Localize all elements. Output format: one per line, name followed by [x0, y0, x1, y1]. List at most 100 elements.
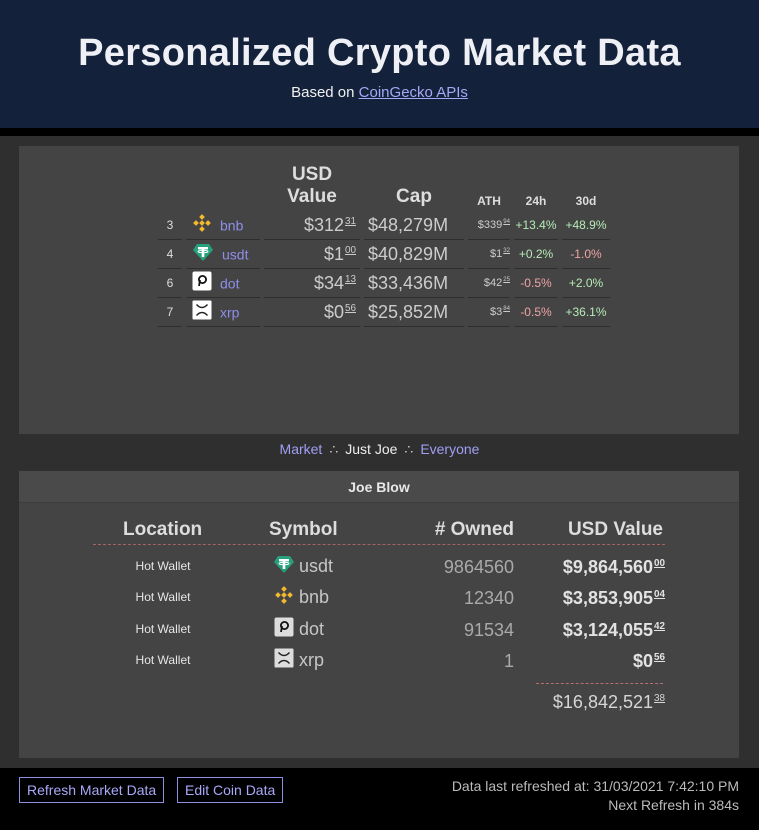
bnb-icon: [192, 213, 212, 238]
location-cell: Hot Wallet: [135, 559, 191, 573]
page-title: Personalized Crypto Market Data: [78, 32, 681, 74]
symbol-cell: usdt: [273, 554, 333, 579]
usd-cents: 13: [345, 273, 356, 285]
coin-cell: usdt: [186, 240, 260, 269]
symbol-cell: xrp: [273, 648, 324, 673]
nav-just-joe-current: Just Joe: [345, 441, 398, 457]
coin-cell: dot: [186, 269, 260, 298]
value-main: $3,853,905: [562, 588, 654, 608]
page-subtitle: Based on CoinGecko APIs: [0, 84, 759, 101]
holding-value-cell: $3,124,05542: [499, 620, 665, 641]
ath-cents: 32: [503, 248, 510, 255]
xrp-icon: [192, 300, 212, 325]
usd-main: $0: [323, 301, 345, 322]
portfolio-owner-title: Joe Blow: [19, 471, 739, 503]
ath-main: $339: [477, 219, 503, 231]
market-header-row: USD Value Cap ATH 24h 30d: [158, 164, 610, 211]
ath-cell: $132: [468, 240, 510, 269]
value-cents: 56: [654, 652, 665, 663]
ath-cents: 94: [503, 219, 510, 226]
nav-market-link[interactable]: Market: [280, 441, 323, 457]
coin-cell: bnb: [186, 211, 260, 240]
usd-value-cell: $100: [264, 240, 360, 269]
owned-cell: 91534: [463, 620, 514, 640]
rank-cell: 3: [158, 211, 182, 240]
symbol-header: Symbol: [269, 519, 338, 540]
value-cents: 04: [654, 589, 665, 600]
usd-value-cell: $31231: [264, 211, 360, 240]
nav-everyone-link[interactable]: Everyone: [420, 441, 479, 457]
rank-cell: 4: [158, 240, 182, 269]
rank-cell: 7: [158, 298, 182, 327]
symbol-name: bnb: [299, 587, 330, 607]
header-divider-line: [93, 544, 665, 545]
ath-main: $1: [490, 248, 503, 260]
usd-value-header: USD Value: [287, 164, 337, 207]
polkadot-icon: [192, 271, 212, 296]
polkadot-icon: [273, 617, 295, 642]
change-24h-cell: -0.5%: [514, 298, 558, 327]
usd-main: $34: [313, 272, 345, 293]
usd-main: $312: [303, 214, 345, 235]
cap-cell: $25,852M: [364, 298, 464, 327]
usd-main: $1: [323, 243, 345, 264]
ath-cell: $384: [468, 298, 510, 327]
coin-link-xrp[interactable]: xrp: [220, 304, 239, 320]
total-divider-line: [536, 683, 663, 684]
change-24h-header: 24h: [525, 194, 547, 208]
cap-header: Cap: [396, 186, 432, 207]
subtitle-prefix: Based on: [291, 84, 355, 101]
location-cell: Hot Wallet: [135, 653, 191, 667]
last-refreshed-text: Data last refreshed at: 31/03/2021 7:42:…: [451, 778, 739, 794]
value-main: $9,864,560: [562, 557, 654, 577]
holding-row: Hot Wallet bnb 12340 $3,853,90504: [19, 582, 739, 612]
location-cell: Hot Wallet: [135, 622, 191, 636]
holding-row: Hot Wallet usdt 9864560 $9,864,56000: [19, 551, 739, 581]
tether-icon: [192, 242, 214, 267]
holding-value-cell: $3,853,90504: [499, 588, 665, 609]
nav-separator: ∴: [404, 441, 414, 457]
value-cents: 00: [654, 558, 665, 569]
ath-main: $42: [483, 277, 503, 289]
coin-link-usdt[interactable]: usdt: [222, 246, 248, 262]
market-table: USD Value Cap ATH 24h 30d 3 bnb $31231 $…: [154, 164, 614, 327]
nav-separator: ∴: [329, 441, 339, 457]
tether-icon: [273, 554, 295, 579]
ath-cell: $4225: [468, 269, 510, 298]
ath-cell: $33994: [468, 211, 510, 240]
coin-header: [186, 164, 260, 211]
holding-row: Hot Wallet xrp 1 $056: [19, 645, 739, 675]
location-cell: Hot Wallet: [135, 590, 191, 604]
ath-header: ATH: [477, 194, 501, 208]
market-panel: USD Value Cap ATH 24h 30d 3 bnb $31231 $…: [19, 146, 739, 434]
xrp-icon: [273, 648, 295, 673]
owned-cell: 1: [503, 651, 514, 671]
owned-cell: 9864560: [443, 557, 514, 577]
change-30d-header: 30d: [575, 194, 597, 208]
holding-row: Hot Wallet dot 91534 $3,124,05542: [19, 614, 739, 644]
change-30d-cell: -1.0%: [562, 240, 610, 269]
usd-cents: 31: [345, 215, 356, 227]
change-30d-cell: +2.0%: [562, 269, 610, 298]
coin-link-dot[interactable]: dot: [220, 275, 239, 291]
usd-cents: 00: [345, 244, 356, 256]
cap-cell: $40,829M: [364, 240, 464, 269]
page-header: Personalized Crypto Market Data Based on…: [0, 0, 759, 128]
holding-value-cell: $056: [499, 651, 665, 672]
value-main: $3,124,055: [562, 620, 654, 640]
refresh-market-data-button[interactable]: Refresh Market Data: [19, 777, 165, 803]
coin-link-bnb[interactable]: bnb: [220, 217, 243, 233]
change-24h-cell: +0.2%: [514, 240, 558, 269]
portfolio-panel: Joe Blow Location Symbol # Owned USD Val…: [19, 471, 739, 758]
market-row: 7 xrp $056 $25,852M $384 -0.5% +36.1%: [158, 298, 610, 327]
location-header: Location: [123, 519, 203, 540]
coingecko-link[interactable]: CoinGecko APIs: [359, 84, 468, 101]
holding-value-cell: $9,864,56000: [499, 557, 665, 578]
refresh-status: Data last refreshed at: 31/03/2021 7:42:…: [452, 777, 739, 815]
value-cents: 42: [654, 621, 665, 632]
symbol-cell: bnb: [273, 585, 329, 610]
market-row: 6 dot $3413 $33,436M $4225 -0.5% +2.0%: [158, 269, 610, 298]
next-refresh-text: Next Refresh in 384s: [608, 797, 739, 813]
ath-main: $3: [490, 306, 503, 318]
edit-coin-data-button[interactable]: Edit Coin Data: [177, 777, 284, 803]
